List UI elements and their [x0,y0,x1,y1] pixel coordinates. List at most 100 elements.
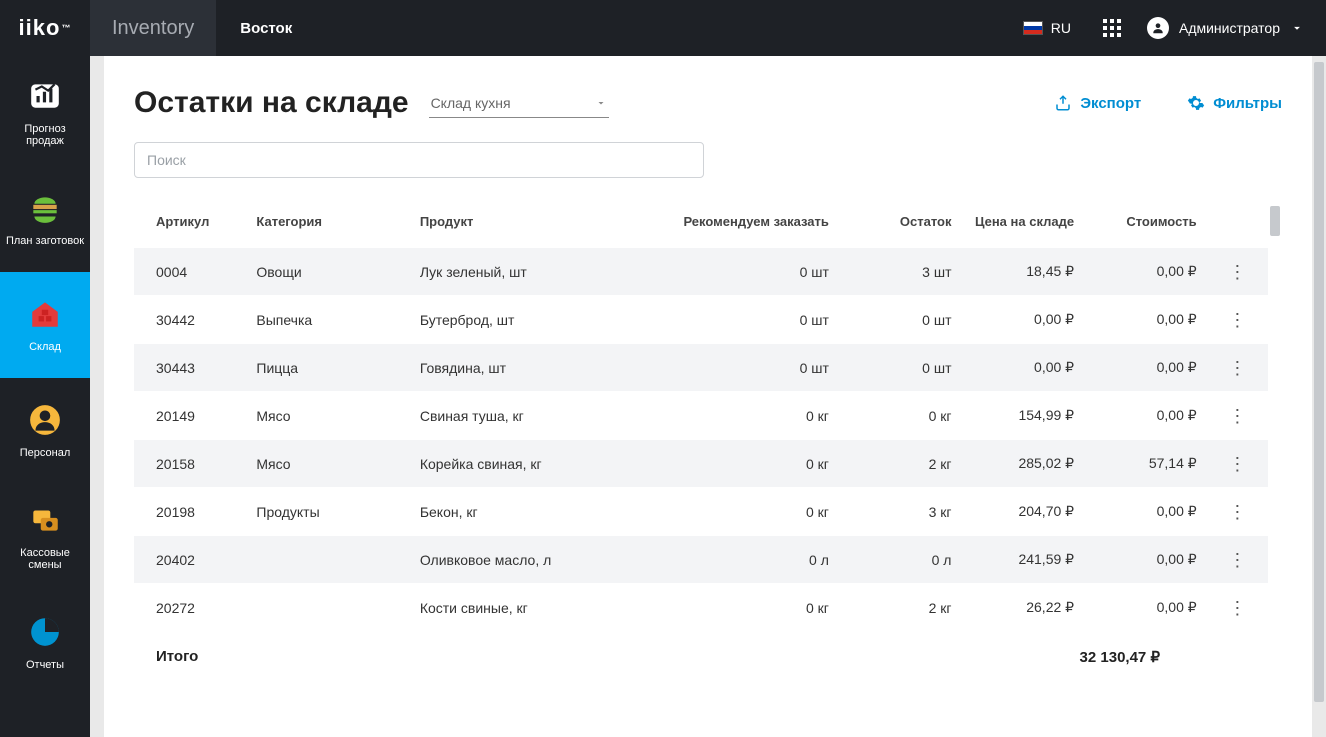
row-menu-icon[interactable]: ⋮ [1228,310,1246,330]
cell-product: Свиная туша, кг [410,392,665,440]
sidebar-item-reports[interactable]: Отчеты [0,590,90,696]
cell-category: Овощи [246,248,409,296]
cell-category: Выпечка [246,296,409,344]
cell-sku: 30442 [134,296,246,344]
avatar-icon [1147,17,1169,39]
row-menu-icon[interactable]: ⋮ [1228,550,1246,570]
th-balance[interactable]: Остаток [839,200,962,248]
table-row[interactable]: 20158МясоКорейка свиная, кг0 кг2 кг285,0… [134,440,1268,488]
sidebar-item-forecast[interactable]: Прогноз продаж [0,60,90,166]
table-header-row: Артикул Категория Продукт Рекомендуем за… [134,200,1268,248]
cell-sku: 20158 [134,440,246,488]
filters-button[interactable]: Фильтры [1187,94,1282,112]
cell-category: Пицца [246,344,409,392]
table-row[interactable]: 30443ПиццаГовядина, шт0 шт0 шт0,00 ₽0,00… [134,344,1268,392]
cell-price: 0,00 ₽ [961,344,1084,392]
logo-text: iiko [19,15,61,41]
burger-icon [28,191,62,225]
cell-balance: 0 л [839,536,962,584]
cell-category: Мясо [246,440,409,488]
cell-product: Кости свиные, кг [410,584,665,632]
cell-recommend: 0 шт [665,344,839,392]
th-cost[interactable]: Стоимость [1084,200,1207,248]
sidebar-item-label: Персонал [20,447,71,459]
th-price[interactable]: Цена на складе [961,200,1084,248]
cell-cost: 0,00 ₽ [1084,296,1207,344]
sidebar-scrollbar[interactable] [90,56,104,737]
sidebar-item-label: Кассовые смены [4,547,86,571]
flag-icon [1023,21,1043,35]
forecast-icon [28,79,62,113]
total-cost: 32 130,47 ₽ [1068,648,1248,666]
export-button[interactable]: Экспорт [1054,94,1141,112]
warehouse-icon [28,297,62,331]
pie-chart-icon [28,615,62,649]
sidebar-item-warehouse[interactable]: Склад [0,272,90,378]
person-icon [28,403,62,437]
table-row[interactable]: 20149МясоСвиная туша, кг0 кг0 кг154,99 ₽… [134,392,1268,440]
cell-cost: 0,00 ₽ [1084,248,1207,296]
cell-sku: 30443 [134,344,246,392]
search-input[interactable] [134,142,704,178]
page-scrollbar[interactable] [1312,56,1326,737]
cell-recommend: 0 кг [665,584,839,632]
row-menu-icon[interactable]: ⋮ [1228,262,1246,282]
cell-price: 241,59 ₽ [961,536,1084,584]
sidebar-item-label: Прогноз продаж [4,123,86,147]
location-name[interactable]: Восток [216,20,316,37]
th-recommend[interactable]: Рекомендуем заказать [665,200,839,248]
sidebar-item-label: Отчеты [26,659,64,671]
table-row[interactable]: 20272Кости свиные, кг0 кг2 кг26,22 ₽0,00… [134,584,1268,632]
cell-balance: 0 шт [839,296,962,344]
table-row[interactable]: 0004ОвощиЛук зеленый, шт0 шт3 шт18,45 ₽0… [134,248,1268,296]
th-sku[interactable]: Артикул [134,200,246,248]
row-menu-icon[interactable]: ⋮ [1228,406,1246,426]
cell-price: 154,99 ₽ [961,392,1084,440]
cell-category [246,584,409,632]
th-category[interactable]: Категория [246,200,409,248]
cell-recommend: 0 кг [665,392,839,440]
row-menu-icon[interactable]: ⋮ [1228,454,1246,474]
cell-cost: 0,00 ₽ [1084,488,1207,536]
cell-balance: 3 шт [839,248,962,296]
apps-menu-icon[interactable] [1103,19,1121,37]
table-row[interactable]: 20198ПродуктыБекон, кг0 кг3 кг204,70 ₽0,… [134,488,1268,536]
cell-recommend: 0 кг [665,488,839,536]
chevron-down-icon [595,97,607,109]
table-row[interactable]: 30442ВыпечкаБутерброд, шт0 шт0 шт0,00 ₽0… [134,296,1268,344]
filters-label: Фильтры [1213,95,1282,112]
cell-sku: 20149 [134,392,246,440]
user-name: Администратор [1179,20,1280,36]
table-scrollbar[interactable] [1268,200,1282,727]
row-menu-icon[interactable]: ⋮ [1228,502,1246,522]
th-product[interactable]: Продукт [410,200,665,248]
cell-cost: 57,14 ₽ [1084,440,1207,488]
sidebar: Прогноз продаж План заготовок Склад Перс… [0,56,90,737]
sidebar-item-prep-plan[interactable]: План заготовок [0,166,90,272]
sidebar-item-shifts[interactable]: Кассовые смены [0,484,90,590]
cell-sku: 0004 [134,248,246,296]
inventory-table: Артикул Категория Продукт Рекомендуем за… [134,200,1268,632]
cell-sku: 20272 [134,584,246,632]
cell-product: Оливковое масло, л [410,536,665,584]
export-icon [1054,94,1072,112]
cell-recommend: 0 л [665,536,839,584]
cell-recommend: 0 кг [665,440,839,488]
cell-cost: 0,00 ₽ [1084,344,1207,392]
cell-price: 204,70 ₽ [961,488,1084,536]
cell-cost: 0,00 ₽ [1084,536,1207,584]
table-row[interactable]: 20402Оливковое масло, л0 л0 л241,59 ₽0,0… [134,536,1268,584]
row-menu-icon[interactable]: ⋮ [1228,358,1246,378]
cell-balance: 0 шт [839,344,962,392]
warehouse-select[interactable]: Склад кухня [429,88,609,118]
language-selector[interactable]: RU [1007,20,1087,36]
cell-sku: 20402 [134,536,246,584]
cashbox-icon [28,503,62,537]
cell-product: Бекон, кг [410,488,665,536]
sidebar-item-staff[interactable]: Персонал [0,378,90,484]
row-menu-icon[interactable]: ⋮ [1228,598,1246,618]
cell-product: Бутерброд, шт [410,296,665,344]
user-menu[interactable]: Администратор [1137,17,1326,39]
cell-balance: 2 кг [839,584,962,632]
cell-balance: 3 кг [839,488,962,536]
